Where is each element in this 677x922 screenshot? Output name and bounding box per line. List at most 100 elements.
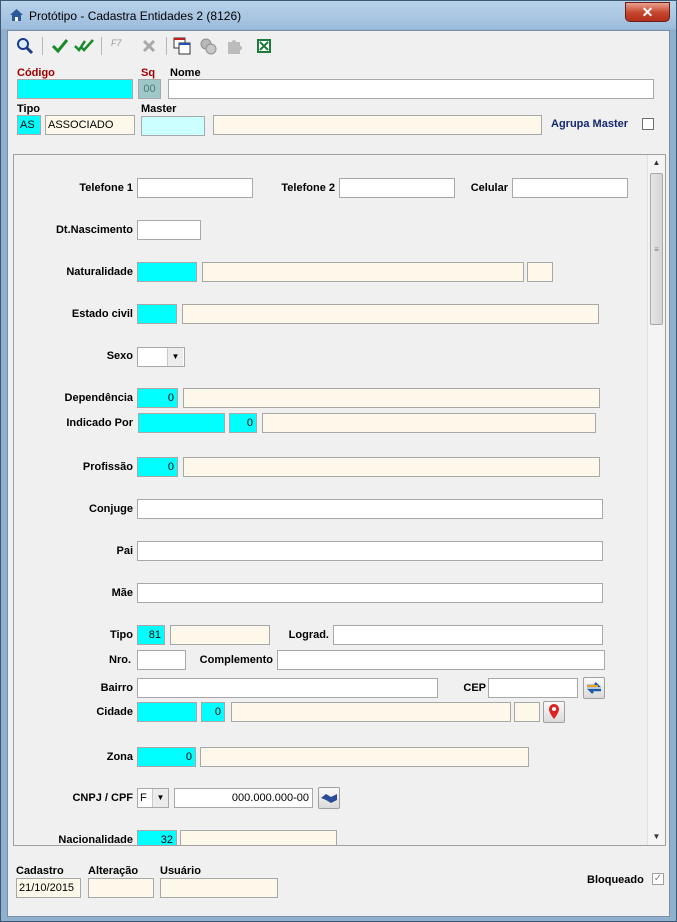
toolbar: F7 xyxy=(8,31,669,61)
scroll-down-arrow-icon[interactable]: ▼ xyxy=(648,829,665,845)
f7-shortcut-icon[interactable]: F7 xyxy=(111,36,133,56)
cep-lookup-button[interactable] xyxy=(583,677,605,699)
zona-code-field[interactable]: 0 xyxy=(137,747,196,767)
zona-desc-field xyxy=(200,747,529,767)
chevron-down-icon[interactable]: ▼ xyxy=(167,348,183,366)
tipo-logradouro-label: Tipo xyxy=(109,629,133,641)
cadastro-label: Cadastro xyxy=(16,865,64,877)
map-pin-button[interactable] xyxy=(543,701,565,723)
sq-label: Sq xyxy=(141,67,156,79)
dtnascimento-field[interactable] xyxy=(137,220,201,240)
usuario-label: Usuário xyxy=(160,865,201,877)
dependencia-desc-field xyxy=(183,388,600,408)
cnpj-cpf-field[interactable]: 000.000.000-00 xyxy=(174,788,313,808)
codigo-label: Código xyxy=(17,67,55,79)
sq-field: 00 xyxy=(138,79,161,99)
complemento-field[interactable] xyxy=(277,650,605,670)
gears-icon[interactable] xyxy=(198,36,220,56)
indicado-seq-field[interactable]: 0 xyxy=(229,413,257,433)
excel-icon[interactable] xyxy=(254,36,276,56)
indicado-desc-field xyxy=(262,413,596,433)
naturalidade-code-field[interactable] xyxy=(137,262,197,282)
mae-field[interactable] xyxy=(137,583,603,603)
telefone2-field[interactable] xyxy=(339,178,455,198)
cnpj-lookup-button[interactable] xyxy=(318,787,340,809)
cidade-code-field[interactable] xyxy=(137,702,197,722)
nacionalidade-code-field[interactable]: 32 xyxy=(137,830,177,845)
dependencia-code-field[interactable]: 0 xyxy=(137,388,178,408)
cadastro-field: 21/10/2015 xyxy=(16,878,81,898)
cidade-desc-field xyxy=(231,702,511,722)
details-scroll-panel[interactable]: Telefone 1 Telefone 2 Celular Dt.Nascime… xyxy=(13,154,666,846)
cnpj-type-select[interactable]: F ▼ xyxy=(137,788,169,808)
app-window: Protótipo - Cadastra Entidades 2 (8126) … xyxy=(0,0,677,922)
profissao-label: Profissão xyxy=(82,461,133,473)
naturalidade-label: Naturalidade xyxy=(66,266,133,278)
naturalidade-desc-field xyxy=(202,262,524,282)
estadocivil-desc-field xyxy=(182,304,599,324)
client-area: F7 Código Sq 00 Nome Tipo AS ASSOCIADO M… xyxy=(7,30,670,917)
profissao-code-field[interactable]: 0 xyxy=(137,457,178,477)
alteracao-label: Alteração xyxy=(88,865,139,877)
conjuge-label: Conjuge xyxy=(89,503,133,515)
cep-label: CEP xyxy=(463,682,486,694)
scroll-thumb[interactable]: ≡ xyxy=(650,173,663,325)
nacionalidade-label: Nacionalidade xyxy=(58,834,133,846)
nome-field[interactable] xyxy=(168,79,654,99)
indicado-code-field[interactable] xyxy=(138,413,225,433)
confirm-all-check-icon[interactable] xyxy=(74,36,96,56)
cidade-uf-field xyxy=(514,702,540,722)
chevron-down-icon[interactable]: ▼ xyxy=(152,789,168,807)
celular-field[interactable] xyxy=(512,178,628,198)
tipo-code-field[interactable]: AS xyxy=(17,115,41,135)
dtnascimento-label: Dt.Nascimento xyxy=(55,224,133,236)
vertical-scrollbar[interactable]: ▲ ≡ ▼ xyxy=(647,155,665,845)
toolbar-separator xyxy=(42,37,43,55)
title-bar[interactable]: Protótipo - Cadastra Entidades 2 (8126) … xyxy=(1,1,676,29)
sexo-select[interactable]: ▼ xyxy=(137,347,185,367)
map-pin-icon xyxy=(549,704,559,719)
search-icon[interactable] xyxy=(15,36,37,56)
usuario-field xyxy=(160,878,278,898)
bairro-field[interactable] xyxy=(137,678,438,698)
celular-label: Celular xyxy=(470,182,508,194)
profissao-desc-field xyxy=(183,457,600,477)
logradouro-field[interactable] xyxy=(333,625,603,645)
codigo-field[interactable] xyxy=(17,79,133,99)
tipo-logradouro-code-field[interactable]: 81 xyxy=(137,625,165,645)
pai-label: Pai xyxy=(116,545,133,557)
windows-icon[interactable] xyxy=(172,36,194,56)
sexo-label: Sexo xyxy=(106,350,133,362)
confirm-check-icon[interactable] xyxy=(50,36,72,56)
estadocivil-code-field[interactable] xyxy=(137,304,177,324)
bloqueado-checkbox[interactable]: ✓ xyxy=(652,873,664,885)
window-title: Protótipo - Cadastra Entidades 2 (8126) xyxy=(29,9,242,23)
master-code-field[interactable] xyxy=(141,116,205,136)
agrupa-master-checkbox[interactable] xyxy=(642,118,654,130)
telefone1-field[interactable] xyxy=(137,178,253,198)
cep-field[interactable] xyxy=(488,678,578,698)
toolbar-separator xyxy=(101,37,102,55)
bairro-label: Bairro xyxy=(100,682,133,694)
close-button[interactable]: ✕ xyxy=(625,2,670,22)
dependencia-label: Dependência xyxy=(64,392,133,404)
pai-field[interactable] xyxy=(137,541,603,561)
master-desc-field xyxy=(213,115,542,135)
puzzle-icon[interactable] xyxy=(224,36,246,56)
naturalidade-uf-field xyxy=(527,262,553,282)
tipo-logradouro-desc-field xyxy=(170,625,270,645)
cidade-seq-field[interactable]: 0 xyxy=(201,702,225,722)
telefone1-label: Telefone 1 xyxy=(79,182,133,194)
handshake-icon xyxy=(321,794,337,803)
audit-footer: Cadastro 21/10/2015 Alteração Usuário Bl… xyxy=(8,848,669,916)
mae-label: Mãe xyxy=(111,587,133,599)
scroll-up-arrow-icon[interactable]: ▲ xyxy=(648,155,665,171)
cancel-x-icon[interactable] xyxy=(139,36,161,56)
conjuge-field[interactable] xyxy=(137,499,603,519)
master-label: Master xyxy=(141,103,177,115)
numero-field[interactable] xyxy=(137,650,186,670)
indicado-label: Indicado Por xyxy=(66,417,133,429)
tipo-label: Tipo xyxy=(17,103,41,115)
complemento-label: Complemento xyxy=(199,654,273,666)
cidade-label: Cidade xyxy=(96,706,133,718)
